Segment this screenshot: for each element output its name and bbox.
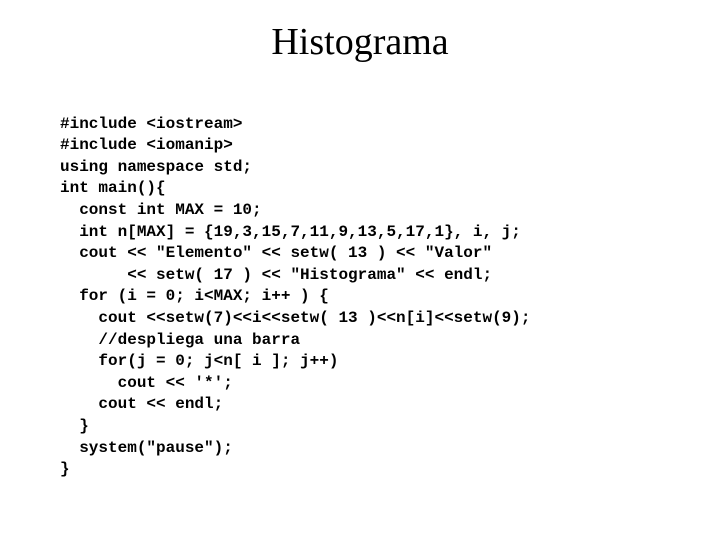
code-line: cout << endl;: [60, 395, 223, 413]
slide-title: Histograma: [60, 20, 660, 64]
code-line: for(j = 0; j<n[ i ]; j++): [60, 352, 338, 370]
code-line: }: [60, 417, 89, 435]
code-line: system("pause");: [60, 439, 233, 457]
code-line: using namespace std;: [60, 158, 252, 176]
slide: Histograma #include <iostream> #include …: [0, 0, 720, 540]
code-line: int main(){: [60, 179, 166, 197]
code-line: #include <iomanip>: [60, 136, 233, 154]
code-line: //despliega una barra: [60, 331, 300, 349]
code-line: cout << '*';: [60, 374, 233, 392]
code-line: int n[MAX] = {19,3,15,7,11,9,13,5,17,1},…: [60, 223, 521, 241]
code-line: cout <<setw(7)<<i<<setw( 13 )<<n[i]<<set…: [60, 309, 530, 327]
code-line: cout << "Elemento" << setw( 13 ) << "Val…: [60, 244, 492, 262]
code-line: for (i = 0; i<MAX; i++ ) {: [60, 287, 329, 305]
code-line: << setw( 17 ) << "Histograma" << endl;: [60, 266, 492, 284]
code-line: #include <iostream>: [60, 115, 242, 133]
code-block: #include <iostream> #include <iomanip> u…: [60, 92, 660, 481]
code-line: }: [60, 460, 70, 478]
code-line: const int MAX = 10;: [60, 201, 262, 219]
